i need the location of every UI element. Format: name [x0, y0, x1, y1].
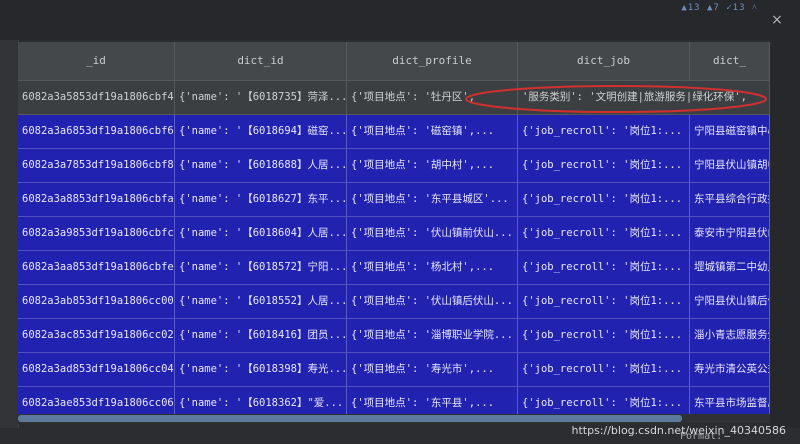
cell-dict-extra[interactable]: 宁阳县伏山镇后伏 [690, 285, 770, 318]
cell-dict-job[interactable]: {'job_recroll': '岗位1:... [518, 115, 690, 148]
inspection-summary: ▲13 ▲7 ✓13 ˄ [681, 3, 758, 13]
cell-dict-profile[interactable]: {'项目地点': '寿光市',... [347, 353, 518, 386]
cell-dict-extra[interactable]: 东平县综合行政执 [690, 183, 770, 216]
cell-id[interactable]: 6082a3aa853df19a1806cbfe [18, 251, 175, 284]
horizontal-scrollbar[interactable] [18, 414, 770, 423]
cell-id[interactable]: 6082a3ad853df19a1806cc04 [18, 353, 175, 386]
status-bar: Format: https://blog.csdn.net/weixin_403… [0, 424, 800, 444]
cell-dict-profile[interactable]: {'项目地点': '伏山镇前伏山... [347, 217, 518, 250]
cell-dict-profile[interactable]: {'项目地点': '伏山镇后伏山... [347, 285, 518, 318]
data-viewer-table: _id dict_id dict_profile dict_job dict_ … [18, 42, 770, 424]
cell-dict-id[interactable]: {'name': '【6018398】寿光... [175, 353, 347, 386]
cell-dict-job[interactable]: {'job_recroll': '岗位1:... [518, 285, 690, 318]
cell-dict-id[interactable]: {'name': '【6018735】菏泽... [175, 81, 347, 114]
column-header-dict-job[interactable]: dict_job [518, 42, 690, 80]
cell-dict-job[interactable]: {'job_recroll': '岗位1:... [518, 251, 690, 284]
cell-dict-profile[interactable]: {'项目地点': '牡丹区', [347, 81, 518, 114]
cell-id[interactable]: 6082a3a7853df19a1806cbf8 [18, 149, 175, 182]
column-header-id[interactable]: _id [18, 42, 175, 80]
cell-dict-profile[interactable]: {'项目地点': '胡中村',... [347, 149, 518, 182]
column-header-dict-profile[interactable]: dict_profile [347, 42, 518, 80]
close-icon[interactable]: × [768, 11, 786, 29]
table-row[interactable]: 6082a3aa853df19a1806cbfe {'name': '【60185… [18, 251, 770, 285]
cell-dict-extra[interactable]: 宁阳县伏山镇胡中 [690, 149, 770, 182]
cell-id[interactable]: 6082a3a5853df19a1806cbf4 [18, 81, 175, 114]
cell-id[interactable]: 6082a3a9853df19a1806cbfc [18, 217, 175, 250]
cell-dict-extra[interactable]: 堽城镇第二中幼儿 [690, 251, 770, 284]
cell-dict-profile[interactable]: {'项目地点': '淄博职业学院... [347, 319, 518, 352]
cell-dict-profile[interactable]: {'项目地点': '杨北村',... [347, 251, 518, 284]
cell-dict-id[interactable]: {'name': '【6018416】团员... [175, 319, 347, 352]
table-row[interactable]: 6082a3a6853df19a1806cbf6 {'name': '【60186… [18, 115, 770, 149]
cell-dict-id[interactable]: {'name': '【6018572】宁阳... [175, 251, 347, 284]
dialog-title-bar: ▲13 ▲7 ✓13 ˄ × [0, 0, 800, 40]
cell-dict-extra[interactable]: 宁阳县磁窑镇中心 [690, 115, 770, 148]
column-header-dict-id[interactable]: dict_id [175, 42, 347, 80]
scrollbar-thumb[interactable] [18, 415, 682, 422]
cell-dict-extra[interactable]: 泰安市宁阳县伏山 [690, 217, 770, 250]
cell-dict-id[interactable]: {'name': '【6018552】人居... [175, 285, 347, 318]
table-row[interactable]: 6082a3a8853df19a1806cbfa {'name': '【60186… [18, 183, 770, 217]
table-header: _id dict_id dict_profile dict_job dict_ [18, 42, 770, 81]
cell-dict-extra[interactable]: 寿光市清公英公益 [690, 353, 770, 386]
right-gutter [770, 40, 800, 430]
table-row[interactable]: 6082a3ac853df19a1806cc02 {'name': '【60184… [18, 319, 770, 353]
cell-dict-profile[interactable]: {'项目地点': '磁窑镇',... [347, 115, 518, 148]
column-header-dict-truncated[interactable]: dict_ [690, 42, 770, 80]
watermark-text: https://blog.csdn.net/weixin_40340586 [571, 424, 786, 437]
cell-dict-job[interactable]: {'job_recroll': '岗位1:... [518, 149, 690, 182]
cell-dict-job[interactable]: {'job_recroll': '岗位1:... [518, 353, 690, 386]
cell-id[interactable]: 6082a3a6853df19a1806cbf6 [18, 115, 175, 148]
table-row[interactable]: 6082a3a9853df19a1806cbfc {'name': '【60186… [18, 217, 770, 251]
cell-dict-id[interactable]: {'name': '【6018604】人居... [175, 217, 347, 250]
cell-dict-id[interactable]: {'name': '【6018688】人居... [175, 149, 347, 182]
cell-id[interactable]: 6082a3a8853df19a1806cbfa [18, 183, 175, 216]
left-gutter [0, 40, 19, 430]
cell-dict-job[interactable]: {'job_recroll': '岗位1:... [518, 319, 690, 352]
table-row[interactable]: 6082a3a5853df19a1806cbf4 {'name': '【6018… [18, 81, 770, 115]
table-row[interactable]: 6082a3ab853df19a1806cc00 {'name': '【60185… [18, 285, 770, 319]
table-row[interactable]: 6082a3a7853df19a1806cbf8 {'name': '【60186… [18, 149, 770, 183]
cell-id[interactable]: 6082a3ab853df19a1806cc00 [18, 285, 175, 318]
cell-dict-id[interactable]: {'name': '【6018694】磁窑... [175, 115, 347, 148]
cell-dict-id[interactable]: {'name': '【6018627】东平... [175, 183, 347, 216]
cell-dict-extra[interactable]: '服务对象': ' [690, 81, 770, 114]
cell-dict-job[interactable]: {'job_recroll': '岗位1:... [518, 183, 690, 216]
cell-dict-extra[interactable]: 淄小青志愿服务生 [690, 319, 770, 352]
cell-dict-profile[interactable]: {'项目地点': '东平县城区'... [347, 183, 518, 216]
table-row[interactable]: 6082a3ad853df19a1806cc04 {'name': '【60183… [18, 353, 770, 387]
cell-id[interactable]: 6082a3ac853df19a1806cc02 [18, 319, 175, 352]
cell-dict-job[interactable]: {'job_recroll': '岗位1:... [518, 217, 690, 250]
